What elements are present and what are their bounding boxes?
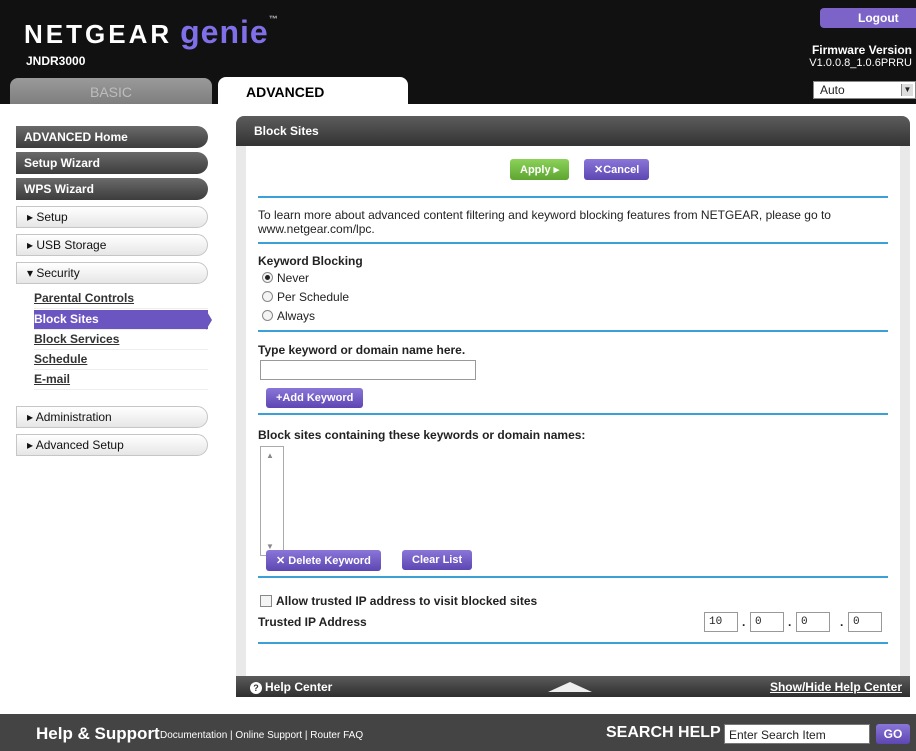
firmware-value: V1.0.0.8_1.0.6PRRU [809,57,912,69]
allow-trusted-label: Allow trusted IP address to visit blocke… [276,594,538,608]
apply-button[interactable]: Apply ▸ [510,159,570,180]
search-help-label: SEARCH HELP [606,724,721,741]
sidebar-item-administration[interactable]: ▸ Administration [16,406,208,428]
sidebar-item-wps-wizard[interactable]: WPS Wizard [16,178,208,200]
logout-button[interactable]: Logout [820,8,916,28]
sidebar-item-advanced-setup[interactable]: ▸ Advanced Setup [16,434,208,456]
sidebar-item-parental-controls[interactable]: Parental Controls [34,289,208,309]
allow-trusted-option[interactable]: Allow trusted IP address to visit blocke… [260,594,537,608]
trusted-ip-label: Trusted IP Address [258,615,367,629]
blocked-keywords-list[interactable]: ▲ ▼ [260,446,284,556]
divider [258,196,888,198]
allow-trusted-checkbox[interactable] [260,595,272,607]
help-center-button[interactable]: ? Help Center [250,680,332,694]
cancel-button[interactable]: ✕Cancel [584,159,650,180]
divider [258,576,888,578]
sidebar-item-security[interactable]: ▾ Security [16,262,208,284]
panel-content: Apply ▸ ✕Cancel To learn more about adva… [246,146,900,676]
netgear-genie-logo: NETGEAR genie™ [24,14,278,51]
language-selected-value: Auto [820,83,845,97]
sidebar-item-usb-storage[interactable]: ▸ USB Storage [16,234,208,256]
block-list-label: Block sites containing these keywords or… [258,428,586,442]
keyword-input[interactable] [260,360,476,380]
show-hide-help-link[interactable]: Show/Hide Help Center [770,680,902,694]
radio-unselected-icon [262,310,273,321]
trusted-ip-octet-4[interactable]: 0 [848,612,882,632]
router-faq-link[interactable]: Router FAQ [310,730,363,741]
radio-per-schedule-label: Per Schedule [277,290,350,304]
documentation-link[interactable]: Documentation [160,730,227,741]
trademark: ™ [268,14,278,24]
info-text: To learn more about advanced content fil… [258,208,831,222]
scroll-up-icon[interactable]: ▲ [266,451,274,460]
divider [258,642,888,644]
sidebar: ADVANCED Home Setup Wizard WPS Wizard ▸ … [0,104,230,694]
tab-basic[interactable]: BASIC [10,78,212,104]
go-button[interactable]: GO [876,724,910,744]
delete-keyword-button[interactable]: ✕ Delete Keyword [266,550,381,571]
radio-per-schedule[interactable]: Per Schedule [262,290,349,304]
block-sites-panel: Block Sites Apply ▸ ✕Cancel To learn mor… [236,116,910,696]
language-select[interactable]: Auto ▼ [813,81,916,99]
online-support-link[interactable]: Online Support [235,730,302,741]
divider [258,330,888,332]
divider [258,242,888,244]
radio-selected-icon [262,272,273,283]
sidebar-item-advanced-home[interactable]: ADVANCED Home [16,126,208,148]
trusted-ip-octet-2[interactable]: 0 [750,612,784,632]
type-keyword-label: Type keyword or domain name here. [258,343,466,357]
clear-list-button[interactable]: Clear List [402,550,473,570]
trusted-ip-octet-1[interactable]: 10 [704,612,738,632]
radio-never-label: Never [277,271,310,285]
radio-unselected-icon [262,291,273,302]
sidebar-item-email[interactable]: E-mail [34,370,208,390]
help-support-title: Help & Support [36,724,160,743]
sidebar-item-setup-wizard[interactable]: Setup Wizard [16,152,208,174]
ip-separator: . [840,615,844,629]
help-center-bar: ? Help Center Show/Hide Help Center [236,676,910,697]
footer-links: Documentation | Online Support | Router … [160,730,363,741]
product-name: genie [180,14,269,50]
ip-separator: . [742,615,746,629]
add-keyword-button[interactable]: +Add Keyword [266,388,364,408]
ip-separator: . [788,615,792,629]
model-name: JNDR3000 [26,54,86,68]
sidebar-item-setup[interactable]: ▸ Setup [16,206,208,228]
help-center-label: Help Center [265,680,333,694]
info-link: www.netgear.com/lpc. [258,222,375,236]
divider [258,413,888,415]
radio-always[interactable]: Always [262,309,315,323]
sidebar-item-block-services[interactable]: Block Services [34,330,208,350]
footer: Help & Support Documentation | Online Su… [0,714,916,751]
firmware-label: Firmware Version [811,43,912,57]
brand-name: NETGEAR [24,19,173,49]
keyword-blocking-label: Keyword Blocking [258,254,363,268]
expand-help-icon[interactable] [548,682,592,692]
radio-always-label: Always [277,309,316,323]
search-help-input[interactable]: Enter Search Item [724,724,870,744]
radio-never[interactable]: Never [262,271,309,285]
sidebar-item-block-sites[interactable]: Block Sites [34,310,212,330]
page-title: Block Sites [236,116,910,146]
chevron-down-icon: ▼ [901,84,913,96]
header: NETGEAR genie™ JNDR3000 Logout Firmware V… [0,0,916,104]
trusted-ip-octet-3[interactable]: 0 [796,612,830,632]
help-icon: ? [250,682,262,694]
sidebar-item-schedule[interactable]: Schedule [34,350,208,370]
tab-advanced[interactable]: ADVANCED [218,77,408,104]
